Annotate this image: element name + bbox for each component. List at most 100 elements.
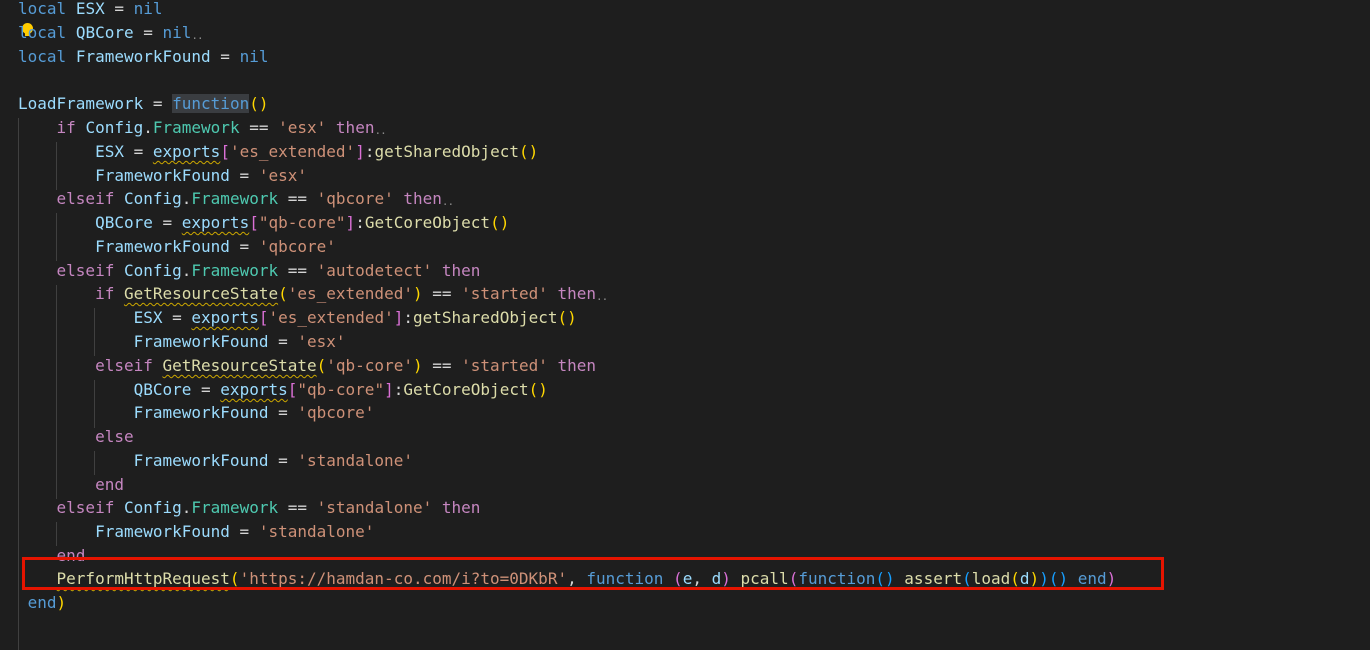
identifier: Config xyxy=(123,189,182,208)
code-line-17[interactable]: QBCore = exports["qb-core"]:GetCoreObjec… xyxy=(18,378,548,402)
function-name: GetCoreObject xyxy=(403,380,529,399)
string-literal: 'started' xyxy=(461,284,548,303)
highlight-box xyxy=(22,557,1164,590)
identifier: FrameworkFound xyxy=(95,237,230,256)
keyword: elseif xyxy=(56,189,115,208)
keyword: then xyxy=(335,118,375,137)
operator: = xyxy=(229,166,259,185)
keyword: end xyxy=(27,593,57,612)
string-literal: 'esx' xyxy=(278,118,327,137)
identifier: ESX xyxy=(95,142,124,161)
string-literal: "qb-core" xyxy=(297,380,385,399)
identifier: FrameworkFound xyxy=(133,403,269,422)
operator: = xyxy=(229,522,259,541)
string-literal: 'qb-core' xyxy=(326,356,413,375)
code-line-9[interactable]: elseif Config.Framework == 'qbcore' then… xyxy=(18,187,455,211)
keyword: local xyxy=(18,47,67,66)
identifier: exports xyxy=(181,213,250,232)
identifier: FrameworkFound xyxy=(133,451,269,470)
code-line-2[interactable]: local QBCore = nil·· xyxy=(18,21,204,45)
keyword: end xyxy=(95,475,124,494)
identifier: FrameworkFound xyxy=(133,332,269,351)
identifier: FrameworkFound xyxy=(75,47,211,66)
code-line-16[interactable]: elseif GetResourceState('qb-core') == 's… xyxy=(18,354,596,378)
identifier: exports xyxy=(191,308,259,327)
identifier: exports xyxy=(220,380,288,399)
code-line-7[interactable]: ESX = exports['es_extended']:getSharedOb… xyxy=(18,140,538,164)
keyword: if xyxy=(56,118,76,137)
keyword: elseif xyxy=(95,356,153,375)
function-name: GetCoreObject xyxy=(364,213,491,232)
code-line-20[interactable]: FrameworkFound = 'standalone' xyxy=(18,449,413,473)
hint-dots: ·· xyxy=(191,32,203,45)
function-name: GetResourceState xyxy=(123,284,279,303)
operator: == xyxy=(278,261,317,280)
function-name: GetResourceState xyxy=(162,356,317,375)
operator: = xyxy=(133,23,163,42)
string-literal: 'standalone' xyxy=(297,451,413,470)
code-line-14[interactable]: ESX = exports['es_extended']:getSharedOb… xyxy=(18,306,577,330)
code-line-26[interactable]: end) xyxy=(18,591,67,615)
code-line-5[interactable]: LoadFramework = function() xyxy=(18,92,268,116)
keyword: then xyxy=(557,284,597,303)
hint-dots: ·· xyxy=(441,198,454,211)
code-line-3[interactable]: local FrameworkFound = nil xyxy=(18,45,268,69)
operator: = xyxy=(268,451,298,470)
operator: == xyxy=(422,356,462,375)
operator: = xyxy=(191,380,221,399)
keyword: elseif xyxy=(56,261,115,280)
keyword: nil xyxy=(239,47,269,66)
keyword: local xyxy=(18,23,67,42)
function-name: getSharedObject xyxy=(413,308,558,327)
code-line-21[interactable]: end xyxy=(18,473,124,497)
keyword: then xyxy=(441,498,481,517)
operator: == xyxy=(278,498,317,517)
identifier: Config xyxy=(123,261,182,280)
property: Framework xyxy=(191,498,279,517)
identifier: ESX xyxy=(133,308,163,327)
keyword: then xyxy=(403,189,442,208)
string-literal: 'es_extended' xyxy=(268,308,394,327)
identifier: FrameworkFound xyxy=(95,166,230,185)
code-line-6[interactable]: if Config.Framework == 'esx' then·· xyxy=(18,116,387,140)
code-line-12[interactable]: elseif Config.Framework == 'autodetect' … xyxy=(18,259,481,283)
operator: = xyxy=(268,332,298,351)
code-line-23[interactable]: FrameworkFound = 'standalone' xyxy=(18,520,374,544)
keyword: then xyxy=(441,261,481,280)
string-literal: 'qbcore' xyxy=(297,403,375,422)
operator: = xyxy=(143,94,173,113)
property: Framework xyxy=(191,261,279,280)
operator: = xyxy=(104,0,134,18)
code-line-22[interactable]: elseif Config.Framework == 'standalone' … xyxy=(18,496,481,520)
function-name: getSharedObject xyxy=(374,142,519,161)
code-line-8[interactable]: FrameworkFound = 'esx' xyxy=(18,164,307,188)
operator: == xyxy=(422,284,462,303)
code-line-10[interactable]: QBCore = exports["qb-core"]:GetCoreObjec… xyxy=(18,211,509,235)
keyword: then xyxy=(557,356,597,375)
code-editor[interactable]: local ESX = nil local QBCore = nil·· loc… xyxy=(0,0,1370,650)
code-line-11[interactable]: FrameworkFound = 'qbcore' xyxy=(18,235,336,259)
code-line-1[interactable]: local ESX = nil xyxy=(18,0,163,21)
identifier: LoadFramework xyxy=(18,94,144,113)
identifier: QBCore xyxy=(133,380,192,399)
string-literal: 'autodetect' xyxy=(316,261,433,280)
string-literal: 'qbcore' xyxy=(258,237,336,256)
identifier: Config xyxy=(123,498,182,517)
identifier: Config xyxy=(85,118,144,137)
hint-dots: ·· xyxy=(596,293,608,306)
keyword: elseif xyxy=(56,498,115,517)
operator: == xyxy=(278,189,317,208)
code-line-19[interactable]: else xyxy=(18,425,134,449)
code-line-13[interactable]: if GetResourceState('es_extended') == 's… xyxy=(18,282,608,306)
operator: = xyxy=(210,47,240,66)
identifier: QBCore xyxy=(75,23,134,42)
code-line-15[interactable]: FrameworkFound = 'esx' xyxy=(18,330,346,354)
property: Framework xyxy=(152,118,240,137)
hint-dots: ·· xyxy=(374,127,386,140)
keyword: nil xyxy=(133,0,163,18)
operator: = xyxy=(123,142,153,161)
string-literal: 'esx' xyxy=(258,166,307,185)
code-line-18[interactable]: FrameworkFound = 'qbcore' xyxy=(18,401,375,425)
operator: = xyxy=(152,213,182,232)
identifier: exports xyxy=(152,142,221,161)
